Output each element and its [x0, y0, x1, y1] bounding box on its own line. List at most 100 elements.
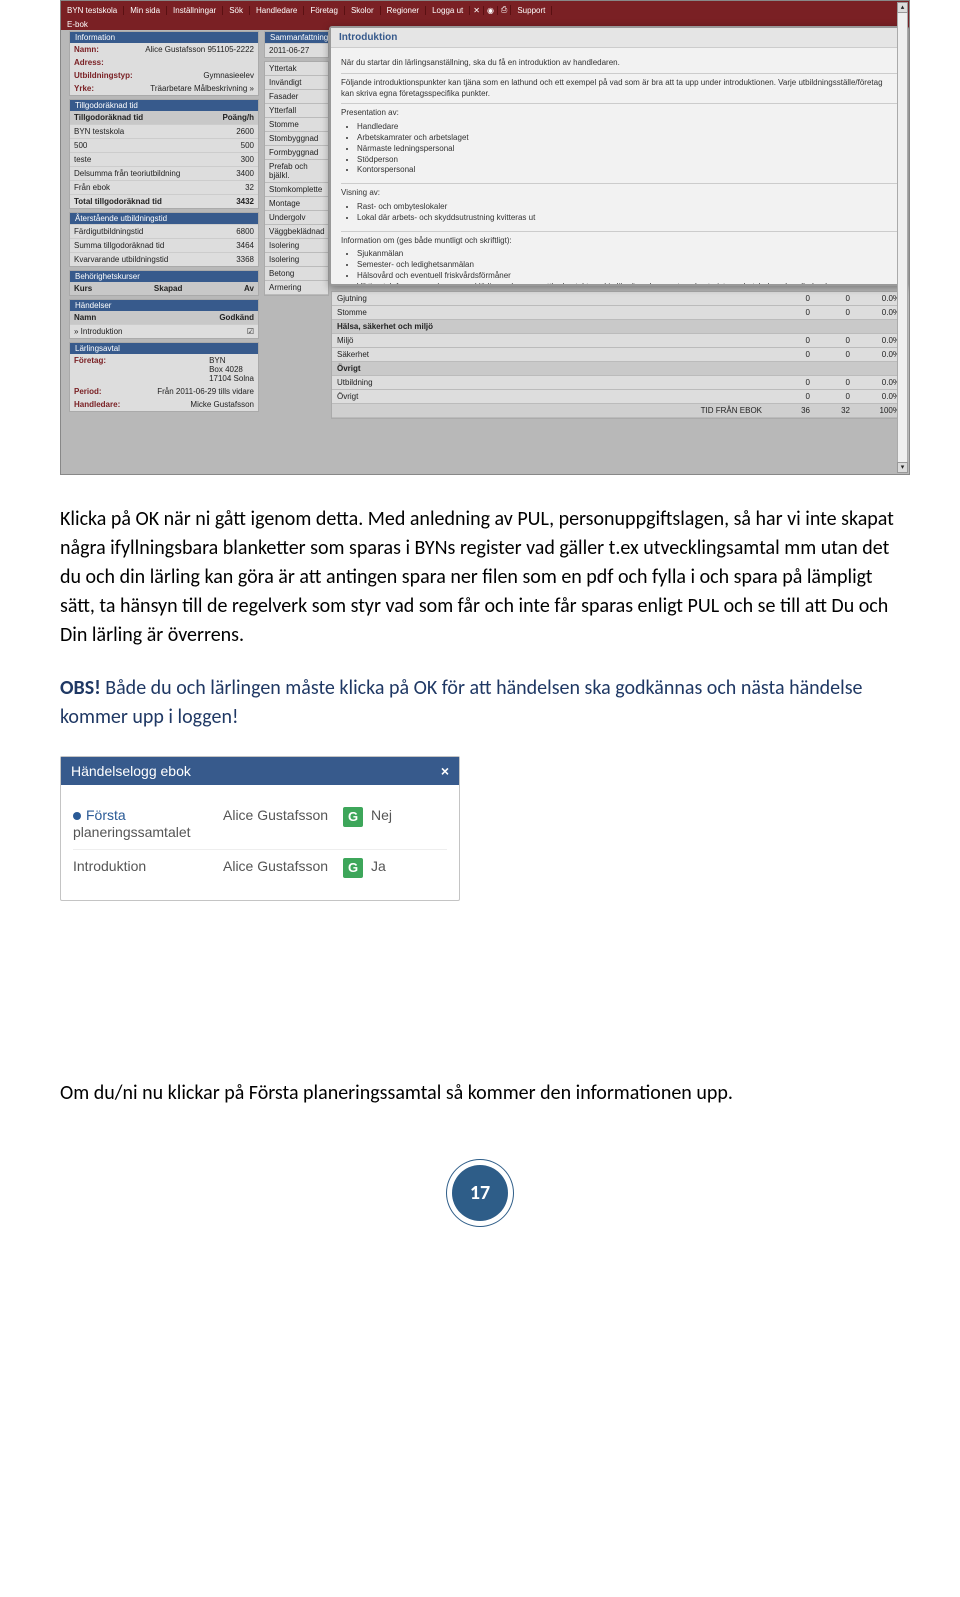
table-cell: 0.0%: [850, 336, 900, 345]
date-value: 2011-06-27: [269, 46, 309, 55]
modal-body: När du startar din lärlingsanställning, …: [331, 48, 907, 284]
list-item: Sjukanmälan: [357, 249, 897, 260]
table-cell: Övrigt: [337, 392, 770, 401]
table-cell: 2600: [236, 127, 254, 136]
table-cell: TID FRÅN EBOK: [337, 406, 770, 415]
namn-col: Namn: [74, 313, 96, 322]
mid-item[interactable]: Väggbeklädnad: [265, 225, 328, 239]
menu-support[interactable]: Support: [511, 6, 552, 15]
handelse-check[interactable]: ☑: [247, 327, 254, 336]
behorighet-panel: Behörighetskurser KursSkapadAv: [69, 270, 259, 296]
table-cell: 0.0%: [850, 308, 900, 317]
mid-item[interactable]: Armering: [265, 281, 328, 295]
table-cell: Stomme: [337, 308, 770, 317]
mid-item[interactable]: Undergolv: [265, 211, 328, 225]
table-cell: Utbildning: [337, 378, 770, 387]
table-cell: 500: [74, 141, 87, 150]
menu-item[interactable]: Sök: [223, 6, 250, 15]
table-cell: 0.0%: [850, 392, 900, 401]
logrow[interactable]: Introduktion Alice Gustafsson G Ja: [73, 849, 447, 886]
flag-icon[interactable]: ✕: [470, 6, 484, 15]
mid-item[interactable]: Isolering: [265, 253, 328, 267]
table-cell: 0: [810, 308, 850, 317]
obs-label: OBS!: [60, 676, 101, 700]
mid-item[interactable]: Isolering: [265, 239, 328, 253]
yrke-value[interactable]: Träarbetare Målbeskrivning »: [150, 84, 254, 93]
table-cell: 0: [810, 378, 850, 387]
namn-label: Namn:: [74, 45, 99, 54]
table-cell: Färdigutbildningstid: [74, 227, 143, 236]
menu-item[interactable]: Handledare: [250, 6, 304, 15]
larlingsavtal-panel: Lärlingsavtal Företag: BYN Box 4028 1710…: [69, 342, 259, 412]
mid-item[interactable]: Montage: [265, 197, 328, 211]
table-cell: Hälsa, säkerhet och miljö: [337, 322, 770, 331]
tillgodo-panel-head: Tillgodoräknad tid: [70, 100, 258, 111]
mid-item[interactable]: Prefab och bjälkl.: [265, 160, 328, 183]
info-panel-head: Information: [70, 32, 258, 43]
globe-icon[interactable]: ◉: [484, 6, 498, 15]
godkand-col: Godkänd: [219, 313, 254, 322]
scroll-up-icon[interactable]: ▴: [897, 2, 908, 13]
logrow-status: Nej: [371, 807, 411, 823]
table-cell: 3432: [236, 197, 254, 206]
table-cell: 0: [770, 378, 810, 387]
menu-item[interactable]: Skolor: [345, 6, 381, 15]
table-cell: Säkerhet: [337, 350, 770, 359]
table-cell: 32: [810, 406, 850, 415]
sammanfattning-head: Sammanfattning: [265, 32, 328, 43]
left-column: Information Namn:Alice Gustafsson 951105…: [69, 31, 259, 412]
adress-label: Adress:: [74, 58, 104, 67]
list-item: Rast- och ombyteslokaler: [357, 202, 897, 213]
menu-item[interactable]: Inställningar: [167, 6, 223, 15]
logrow[interactable]: Första planeringssamtalet Alice Gustafss…: [73, 799, 447, 849]
mid-item[interactable]: Stomme: [265, 118, 328, 132]
modal-sect3-list: Sjukanmälan Semester- och ledighetsanmäl…: [357, 249, 897, 284]
menu-item[interactable]: Min sida: [124, 6, 167, 15]
table-cell: 0.0%: [850, 350, 900, 359]
menu-item[interactable]: Företag: [304, 6, 345, 15]
summary-table: Gjutning000.0% Stomme000.0% Hälsa, säker…: [331, 291, 906, 419]
skapad-col: Skapad: [154, 284, 182, 293]
printer-icon[interactable]: ⎙: [498, 5, 511, 15]
table-cell: 0.0%: [850, 294, 900, 303]
modal-sect1-list: Handledare Arbetskamrater och arbetslage…: [357, 122, 897, 176]
mid-item[interactable]: Fasader: [265, 90, 328, 104]
page-number-badge: 17: [452, 1165, 508, 1221]
handelselogg-card: Händelselogg ebok × Första planeringssam…: [60, 756, 460, 901]
logrow-status: Ja: [371, 858, 411, 874]
table-cell: Total tillgodoräknad tid: [74, 197, 162, 206]
menu-item[interactable]: Logga ut: [426, 6, 470, 15]
handelse-name[interactable]: » Introduktion: [74, 327, 122, 336]
list-item: Hälsovård och eventuell friskvårdsförmån…: [357, 271, 897, 282]
larlingsavtal-panel-head: Lärlingsavtal: [70, 343, 258, 354]
scrollbar-track[interactable]: [897, 13, 908, 462]
list-item: Stödperson: [357, 155, 897, 166]
menu-item[interactable]: Regioner: [381, 6, 426, 15]
modal-intro2: Följande introduktionspunkter kan tjäna …: [341, 74, 897, 105]
g-badge: G: [343, 858, 363, 878]
modal-sect3-head: Information om (ges både muntligt och sk…: [341, 236, 897, 247]
mid-item[interactable]: Invändigt: [265, 76, 328, 90]
close-icon[interactable]: ×: [441, 763, 449, 779]
scroll-down-icon[interactable]: ▾: [897, 462, 908, 473]
tillgodo-panel: Tillgodoräknad tid Tillgodoräknad tidPoä…: [69, 99, 259, 209]
logrow-person: Alice Gustafsson: [223, 807, 343, 823]
mid-item[interactable]: Betong: [265, 267, 328, 281]
table-cell: 0: [770, 308, 810, 317]
aterstaende-panel-head: Återstående utbildningstid: [70, 213, 258, 224]
table-cell: 6800: [236, 227, 254, 236]
handelser-panel: Händelser NamnGodkänd » Introduktion☑: [69, 299, 259, 339]
modal-sect2-head: Visning av:: [341, 188, 897, 199]
mid-item[interactable]: Stombyggnad: [265, 132, 328, 146]
mid-item[interactable]: Formbyggnad: [265, 146, 328, 160]
mid-item[interactable]: Yttertak: [265, 62, 328, 76]
mid-item[interactable]: Ytterfall: [265, 104, 328, 118]
table-cell: 0: [810, 350, 850, 359]
list-item: Handledare: [357, 122, 897, 133]
mid-item[interactable]: Stomkomplette: [265, 183, 328, 197]
table-cell: 100%: [850, 406, 900, 415]
tillgodo-col2: Poäng/h: [222, 113, 254, 122]
modal-sect2-list: Rast- och ombyteslokaler Lokal där arbet…: [357, 202, 897, 224]
menu-item[interactable]: BYN testskola: [61, 6, 124, 15]
table-cell: 0: [770, 350, 810, 359]
